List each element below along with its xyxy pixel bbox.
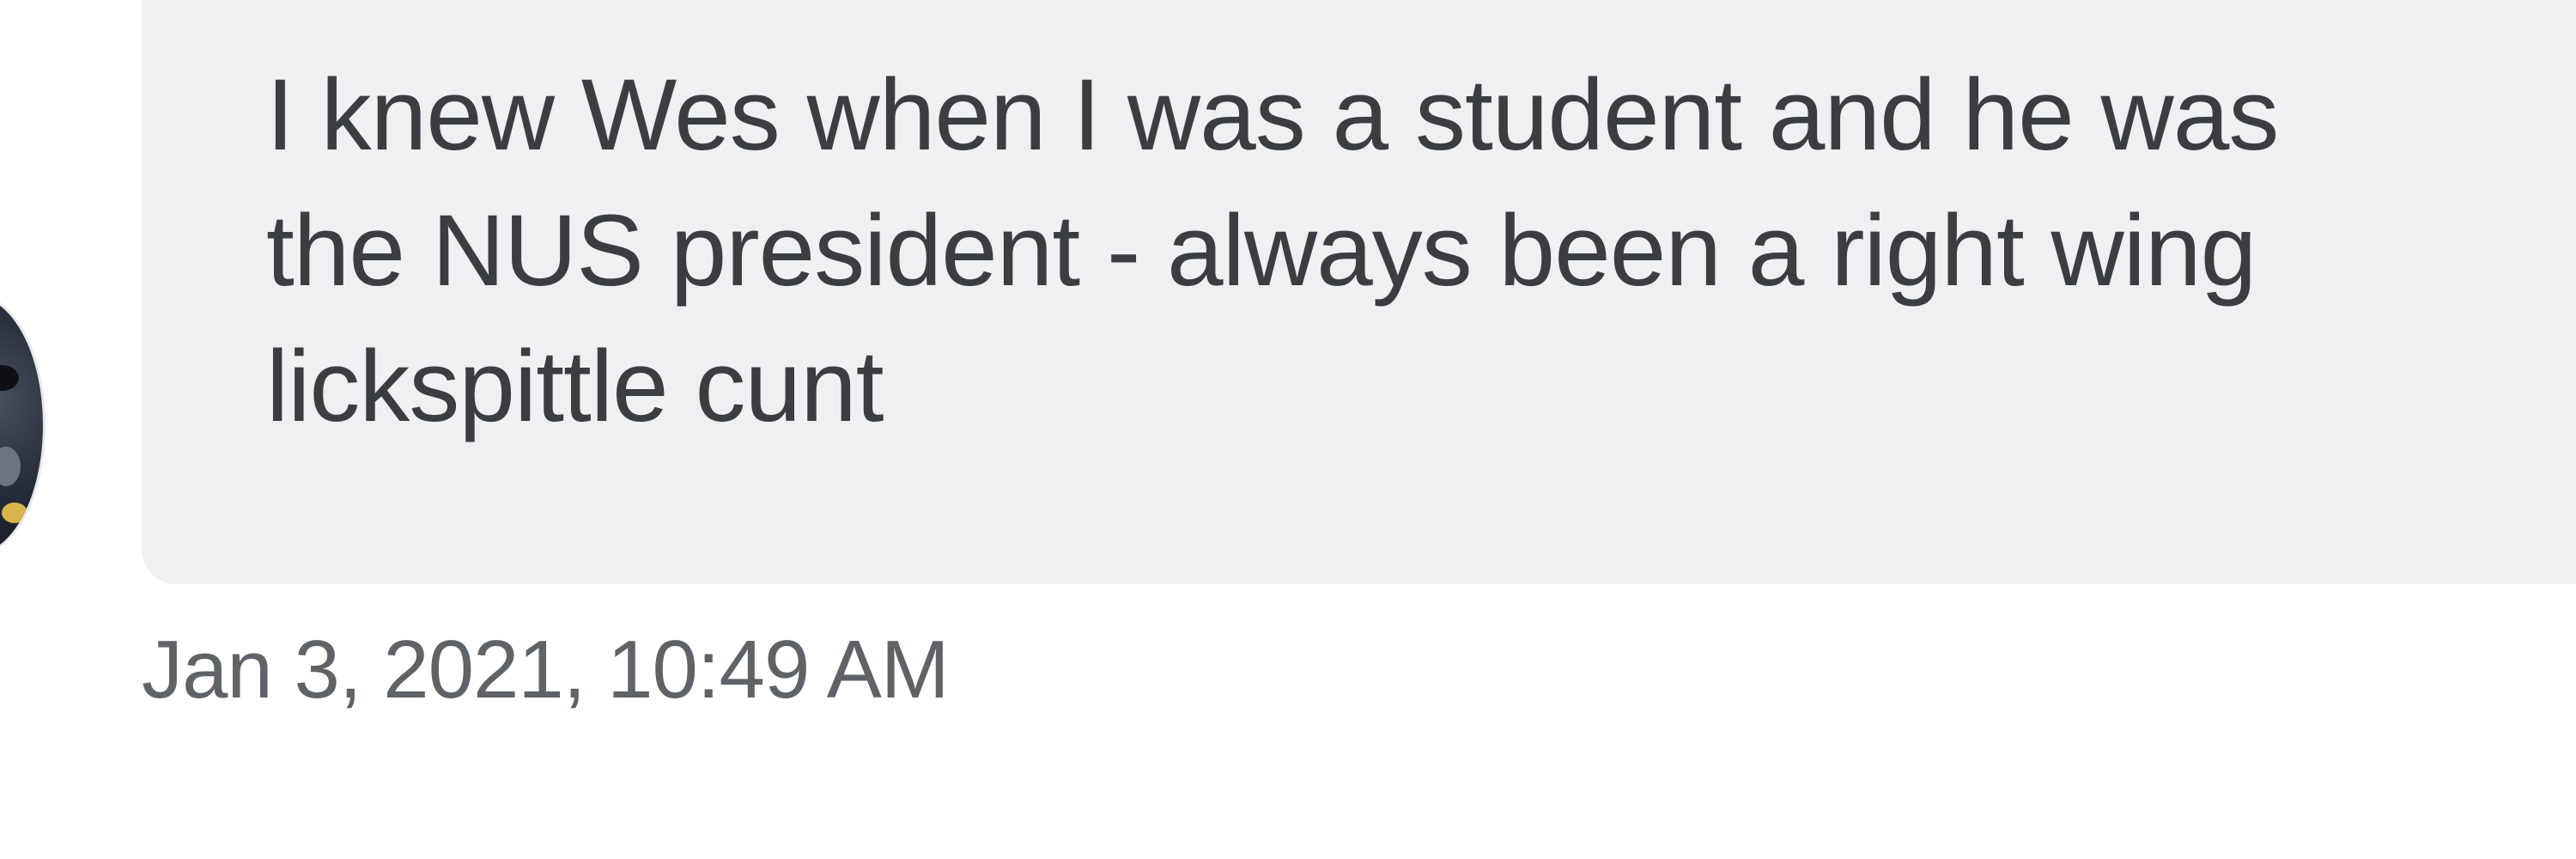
avatar-detail-light (0, 447, 21, 486)
message-line-3: lickspittle cunt (266, 330, 884, 443)
avatar-detail-dark (0, 365, 19, 391)
message-timestamp: Jan 3, 2021, 10:49 AM (142, 624, 950, 716)
avatar-detail-yellow (2, 503, 27, 523)
message-line-2: the NUS president - always been a right … (266, 194, 2257, 308)
message-screenshot: I knew Wes when I was a student and he w… (0, 0, 2576, 859)
message-line-1: I knew Wes when I was a student and he w… (266, 58, 2279, 172)
user-avatar[interactable] (0, 296, 43, 554)
message-text: I knew Wes when I was a student and he w… (266, 47, 2576, 454)
